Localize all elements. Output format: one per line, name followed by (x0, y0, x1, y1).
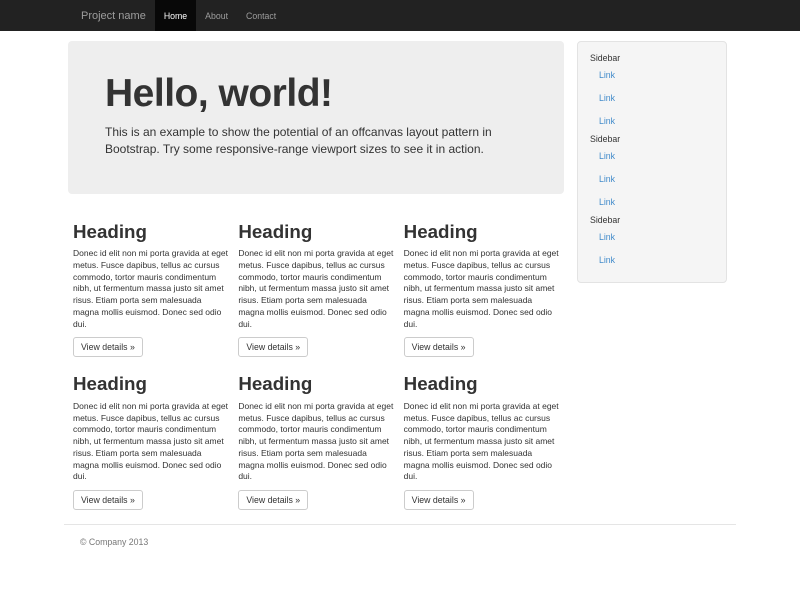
view-details-button[interactable]: View details » (238, 490, 308, 510)
footer-divider (64, 524, 736, 525)
cards-row-1: Heading Donec id elit non mi porta gravi… (68, 212, 564, 365)
copyright-text: © Company 2013 (64, 537, 736, 547)
nav-item-home[interactable]: Home (155, 0, 196, 31)
sidebar-link[interactable]: Link (590, 226, 714, 249)
sidebar-group-title: Sidebar (590, 214, 714, 226)
page-container: Hello, world! This is an example to show… (64, 41, 736, 547)
card-heading: Heading (73, 222, 228, 243)
view-details-button[interactable]: View details » (73, 490, 143, 510)
view-details-button[interactable]: View details » (73, 337, 143, 357)
card-body: Donec id elit non mi porta gravida at eg… (238, 401, 393, 483)
content-card: Heading Donec id elit non mi porta gravi… (233, 212, 398, 358)
navbar-container: Project name Home About Contact (64, 0, 736, 31)
sidebar-link[interactable]: Link (590, 191, 714, 214)
sidebar-group-3: Sidebar Link Link (590, 214, 714, 272)
sidebar-group-1: Sidebar Link Link Link (590, 52, 714, 133)
navbar: Project name Home About Contact (0, 0, 800, 31)
sidebar-link[interactable]: Link (590, 87, 714, 110)
sidebar: Sidebar Link Link Link Sidebar Link Link… (577, 41, 727, 283)
navbar-brand[interactable]: Project name (64, 0, 155, 31)
cards-row-2: Heading Donec id elit non mi porta gravi… (68, 364, 564, 517)
card-body: Donec id elit non mi porta gravida at eg… (73, 248, 228, 330)
sidebar-link[interactable]: Link (590, 145, 714, 168)
content-card: Heading Donec id elit non mi porta gravi… (68, 364, 233, 510)
sidebar-column: Sidebar Link Link Link Sidebar Link Link… (568, 41, 736, 517)
sidebar-link[interactable]: Link (590, 64, 714, 87)
card-heading: Heading (73, 374, 228, 395)
content-card: Heading Donec id elit non mi porta gravi… (68, 212, 233, 358)
footer: © Company 2013 (64, 524, 736, 547)
main-column: Hello, world! This is an example to show… (64, 41, 568, 517)
content-card: Heading Donec id elit non mi porta gravi… (233, 364, 398, 510)
card-body: Donec id elit non mi porta gravida at eg… (404, 248, 559, 330)
view-details-button[interactable]: View details » (404, 337, 474, 357)
view-details-button[interactable]: View details » (404, 490, 474, 510)
sidebar-group-title: Sidebar (590, 133, 714, 145)
nav-item-about[interactable]: About (196, 0, 237, 31)
content-card: Heading Donec id elit non mi porta gravi… (399, 364, 564, 510)
sidebar-link[interactable]: Link (590, 168, 714, 191)
card-heading: Heading (238, 222, 393, 243)
navbar-nav: Home About Contact (155, 0, 285, 31)
sidebar-link[interactable]: Link (590, 110, 714, 133)
card-body: Donec id elit non mi porta gravida at eg… (238, 248, 393, 330)
nav-item-contact[interactable]: Contact (237, 0, 285, 31)
page-title: Hello, world! (105, 73, 527, 116)
content-row: Hello, world! This is an example to show… (64, 41, 736, 517)
jumbotron: Hello, world! This is an example to show… (68, 41, 564, 194)
card-heading: Heading (404, 222, 559, 243)
view-details-button[interactable]: View details » (238, 337, 308, 357)
card-body: Donec id elit non mi porta gravida at eg… (404, 401, 559, 483)
card-body: Donec id elit non mi porta gravida at eg… (73, 401, 228, 483)
card-heading: Heading (238, 374, 393, 395)
jumbotron-description: This is an example to show the potential… (105, 124, 527, 159)
content-card: Heading Donec id elit non mi porta gravi… (399, 212, 564, 358)
sidebar-group-title: Sidebar (590, 52, 714, 64)
card-heading: Heading (404, 374, 559, 395)
sidebar-link[interactable]: Link (590, 249, 714, 272)
sidebar-group-2: Sidebar Link Link Link (590, 133, 714, 214)
